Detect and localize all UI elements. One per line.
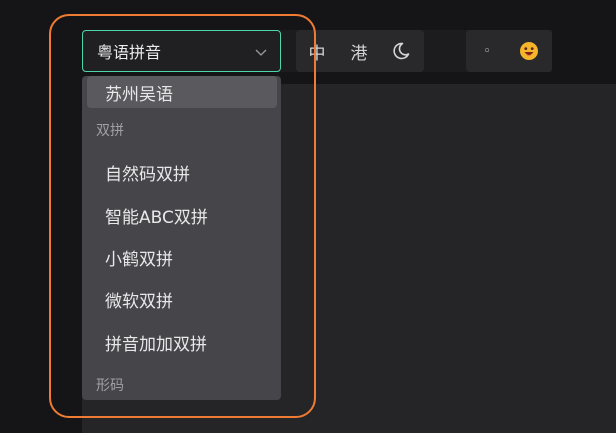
region-toggle-button[interactable]: 港 (338, 30, 380, 72)
chevron-down-icon (254, 44, 268, 63)
mode-toggle-button[interactable]: 中 (296, 30, 338, 72)
region-label: 港 (350, 43, 368, 64)
punctuation-toggle-button[interactable]: ◦ (466, 30, 508, 72)
mode-label: 中 (308, 43, 326, 64)
emoji-button[interactable] (508, 30, 550, 72)
theme-toggle-button[interactable] (380, 30, 422, 72)
punctuation-label: ◦ (483, 43, 491, 59)
dropdown-group-shuangpin: 双拼 (96, 123, 124, 139)
moon-icon (391, 41, 411, 61)
toolbar-group-input-mode: 中 港 (296, 30, 424, 72)
select-value: 粤语拼音 (97, 43, 162, 62)
input-scheme-select[interactable]: 粤语拼音 (82, 30, 281, 72)
dropdown-item-label: 智能ABC双拼 (105, 207, 208, 228)
dropdown-item-ziranma[interactable]: 自然码双拼 (82, 151, 281, 193)
dropdown-item-suzhou-wu[interactable]: 苏州吴语 (87, 76, 277, 108)
emoji-icon (519, 41, 539, 61)
dropdown-item-xiaohe[interactable]: 小鹤双拼 (82, 236, 281, 278)
scheme-dropdown-list: 苏州吴语 双拼 自然码双拼 智能ABC双拼 小鹤双拼 微软双拼 拼音加加双拼 形… (82, 76, 281, 400)
dropdown-item-label: 苏州吴语 (105, 84, 173, 105)
dropdown-group-xingma: 形码 (96, 378, 124, 394)
dropdown-item-label: 小鹤双拼 (105, 249, 173, 270)
dropdown-item-label: 自然码双拼 (105, 164, 190, 185)
dropdown-item-pinyinjiajia[interactable]: 拼音加加双拼 (82, 321, 281, 363)
dropdown-item-microsoft[interactable]: 微软双拼 (82, 278, 281, 320)
dropdown-item-label: 拼音加加双拼 (105, 334, 207, 355)
dropdown-item-abc[interactable]: 智能ABC双拼 (82, 194, 281, 236)
dropdown-item-label: 微软双拼 (105, 291, 173, 312)
toolbar-group-extras: ◦ (466, 30, 552, 72)
app-root: 中 港 ◦ 粤语拼音 苏州吴语 双拼 自然码双拼 智能ABC双拼 小鹤双拼 微软… (0, 0, 616, 433)
